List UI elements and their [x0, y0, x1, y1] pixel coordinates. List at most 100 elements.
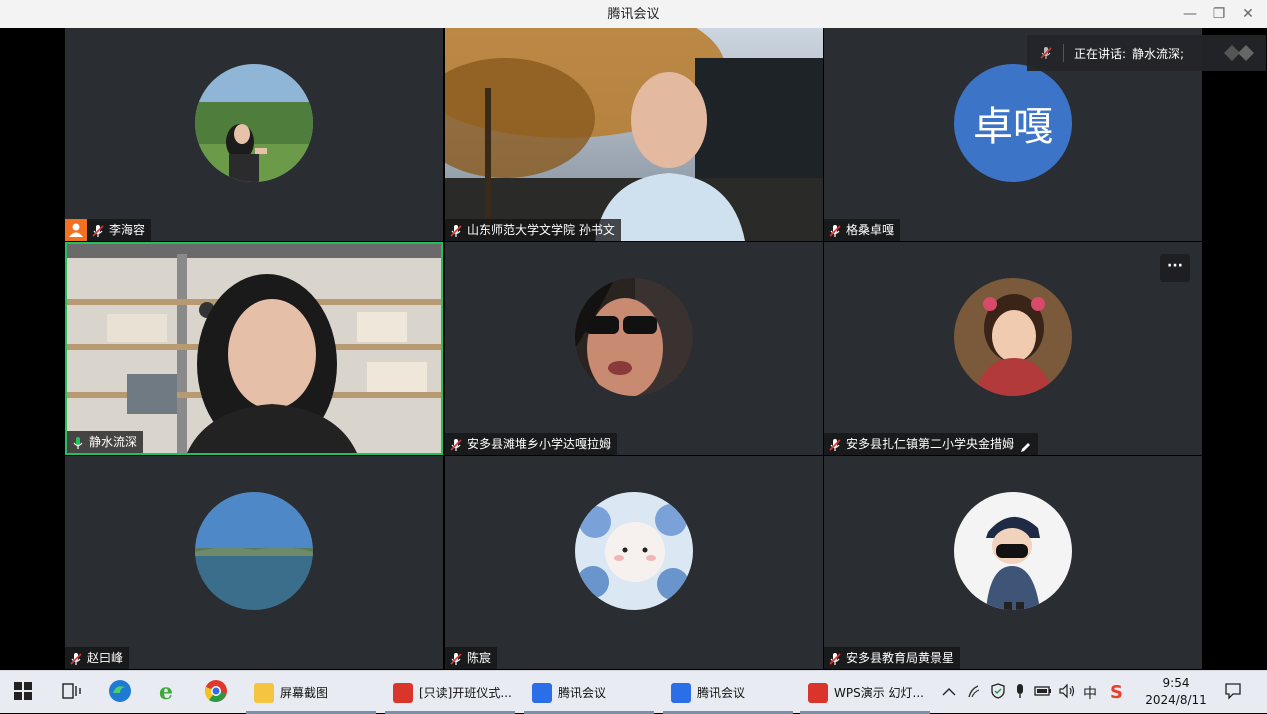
svg-text:S: S — [1110, 682, 1123, 700]
participant-name: 陈宸 — [467, 651, 492, 665]
mic-active-icon — [71, 435, 85, 449]
participant-name: 安多县教育局黄景星 — [846, 651, 955, 665]
taskbar-app-label: 腾讯会议 — [697, 686, 746, 700]
more-options-button[interactable]: ··· — [1160, 254, 1190, 282]
avatar: 卓嘎 — [954, 64, 1072, 182]
chevron-up-icon — [942, 686, 956, 700]
taskbar-app-label: [只读]开班仪式... — [419, 686, 512, 700]
sogou-icon: S — [1108, 682, 1126, 703]
participant-tile[interactable]: 安多县滩堆乡小学达嘎拉姆 — [445, 242, 823, 455]
sogou-tray-icon[interactable]: S — [1108, 671, 1126, 714]
taskbar-app-wps-presentation[interactable]: WPS演示 幻灯... — [800, 671, 930, 714]
participant-tile[interactable]: ··· 安多县扎仁镇第二小学央金措姆 — [824, 242, 1202, 455]
tencent-meeting-icon — [532, 682, 552, 703]
participant-tile-active-speaker[interactable]: 静水流深 — [65, 242, 443, 455]
participant-tile[interactable]: 陈宸 — [445, 456, 823, 669]
task-view-icon — [62, 682, 82, 703]
participant-name: 李海容 — [109, 223, 146, 237]
battery-icon — [1034, 685, 1052, 700]
participant-name: 山东师范大学文学院 孙书文 — [467, 223, 615, 237]
close-button[interactable]: ✕ — [1234, 0, 1262, 28]
svg-text:e: e — [159, 679, 173, 703]
participant-tile[interactable]: 李海容 — [65, 28, 443, 241]
security-tray-icon[interactable] — [990, 671, 1006, 714]
rename-pencil-icon[interactable] — [1020, 438, 1032, 452]
host-icon — [65, 219, 87, 241]
mic-muted-icon — [69, 651, 83, 665]
avatar — [575, 492, 693, 610]
video-feed — [445, 28, 823, 241]
shield-icon — [990, 683, 1006, 702]
title-bar: 腾讯会议 — ❐ ✕ — [0, 0, 1267, 28]
participant-nametag: 赵曰峰 — [65, 647, 130, 669]
avatar-initials: 卓嘎 — [973, 104, 1053, 150]
participant-tile[interactable]: 赵曰峰 — [65, 456, 443, 669]
clock-date: 2024/8/11 — [1145, 693, 1207, 707]
participant-name: 格桑卓嘎 — [846, 223, 895, 237]
avatar — [195, 64, 313, 182]
participant-nametag: 李海容 — [65, 219, 152, 241]
taskbar-app-tencent-meeting[interactable]: 腾讯会议 — [524, 671, 654, 714]
speaker-icon — [1058, 683, 1076, 702]
taskbar-app-label: 屏幕截图 — [280, 686, 329, 700]
avatar — [954, 278, 1072, 396]
folder-icon — [254, 682, 274, 703]
speaking-indicator[interactable]: 正在讲话: 静水流深; — [1027, 35, 1266, 71]
restore-button[interactable]: ❐ — [1205, 0, 1233, 28]
participant-nametag: 安多县扎仁镇第二小学央金措姆 — [824, 433, 1039, 455]
mic-muted-icon — [449, 651, 463, 665]
mic-muted-icon — [828, 651, 842, 665]
pen-icon — [966, 683, 982, 702]
mic-muted-icon — [828, 223, 842, 237]
video-feed — [67, 244, 441, 453]
participant-name: 安多县扎仁镇第二小学央金措姆 — [846, 437, 1015, 451]
edge-taskbar-icon[interactable] — [108, 671, 132, 714]
windows-taskbar: e 屏幕截图 [只读]开班仪式... 腾讯会议 腾讯会议 WPS演示 幻灯... — [0, 670, 1267, 714]
participant-name: 安多县滩堆乡小学达嘎拉姆 — [467, 437, 612, 451]
participant-tile[interactable]: 山东师范大学文学院 孙书文 — [445, 28, 823, 241]
show-hidden-icons-button[interactable] — [942, 671, 956, 714]
mic-muted-icon — [1039, 46, 1053, 60]
taskbar-app-screenshots[interactable]: 屏幕截图 — [246, 671, 376, 714]
participant-nametag: 格桑卓嘎 — [824, 219, 901, 241]
microphone-icon — [1014, 683, 1026, 702]
battery-tray-icon[interactable] — [1034, 671, 1052, 714]
participant-name: 赵曰峰 — [87, 651, 124, 665]
windows-logo-icon — [14, 682, 32, 703]
participant-nametag: 山东师范大学文学院 孙书文 — [445, 219, 621, 241]
ie-icon: e — [156, 679, 180, 706]
notification-icon — [1224, 682, 1242, 703]
speaking-label: 正在讲话: — [1074, 46, 1127, 61]
video-grid: 李海容 山东师范大学文学院 孙书文 卓嘎 格桑卓嘎 静水流深 安多县滩堆乡小学达… — [0, 28, 1267, 670]
clock-time: 9:54 — [1162, 676, 1190, 690]
drag-handle-icon[interactable] — [1222, 41, 1256, 65]
taskbar-clock[interactable]: 9:54 2024/8/11 — [1138, 675, 1214, 709]
participant-nametag: 安多县滩堆乡小学达嘎拉姆 — [445, 433, 618, 455]
taskbar-app-wps-writer[interactable]: [只读]开班仪式... — [385, 671, 515, 714]
minimize-button[interactable]: — — [1176, 0, 1204, 28]
input-method-indicator[interactable]: 中 — [1083, 671, 1097, 714]
participant-nametag: 陈宸 — [445, 647, 498, 669]
tencent-meeting-icon — [671, 682, 691, 703]
participant-tile[interactable]: 安多县教育局黄景星 — [824, 456, 1202, 669]
chrome-taskbar-icon[interactable] — [204, 671, 228, 714]
pen-tray-icon[interactable] — [966, 671, 982, 714]
participant-nametag: 静水流深 — [67, 431, 144, 453]
edge-icon — [108, 679, 132, 706]
mic-muted-icon — [828, 437, 842, 451]
microphone-tray-icon[interactable] — [1014, 671, 1026, 714]
participant-nametag: 安多县教育局黄景星 — [824, 647, 961, 669]
divider — [1063, 44, 1064, 62]
task-view-button[interactable] — [62, 671, 82, 714]
taskbar-app-tencent-meeting-2[interactable]: 腾讯会议 — [663, 671, 793, 714]
ie-taskbar-icon[interactable]: e — [156, 671, 180, 714]
wps-presentation-icon — [808, 682, 828, 703]
start-button[interactable] — [14, 671, 32, 714]
notification-center-button[interactable] — [1224, 671, 1242, 714]
mic-muted-icon — [91, 223, 105, 237]
taskbar-app-label: WPS演示 幻灯... — [834, 686, 924, 700]
window-title: 腾讯会议 — [607, 7, 660, 22]
speaking-name: 静水流深; — [1132, 46, 1185, 61]
volume-tray-icon[interactable] — [1058, 671, 1076, 714]
chrome-icon — [204, 679, 228, 706]
